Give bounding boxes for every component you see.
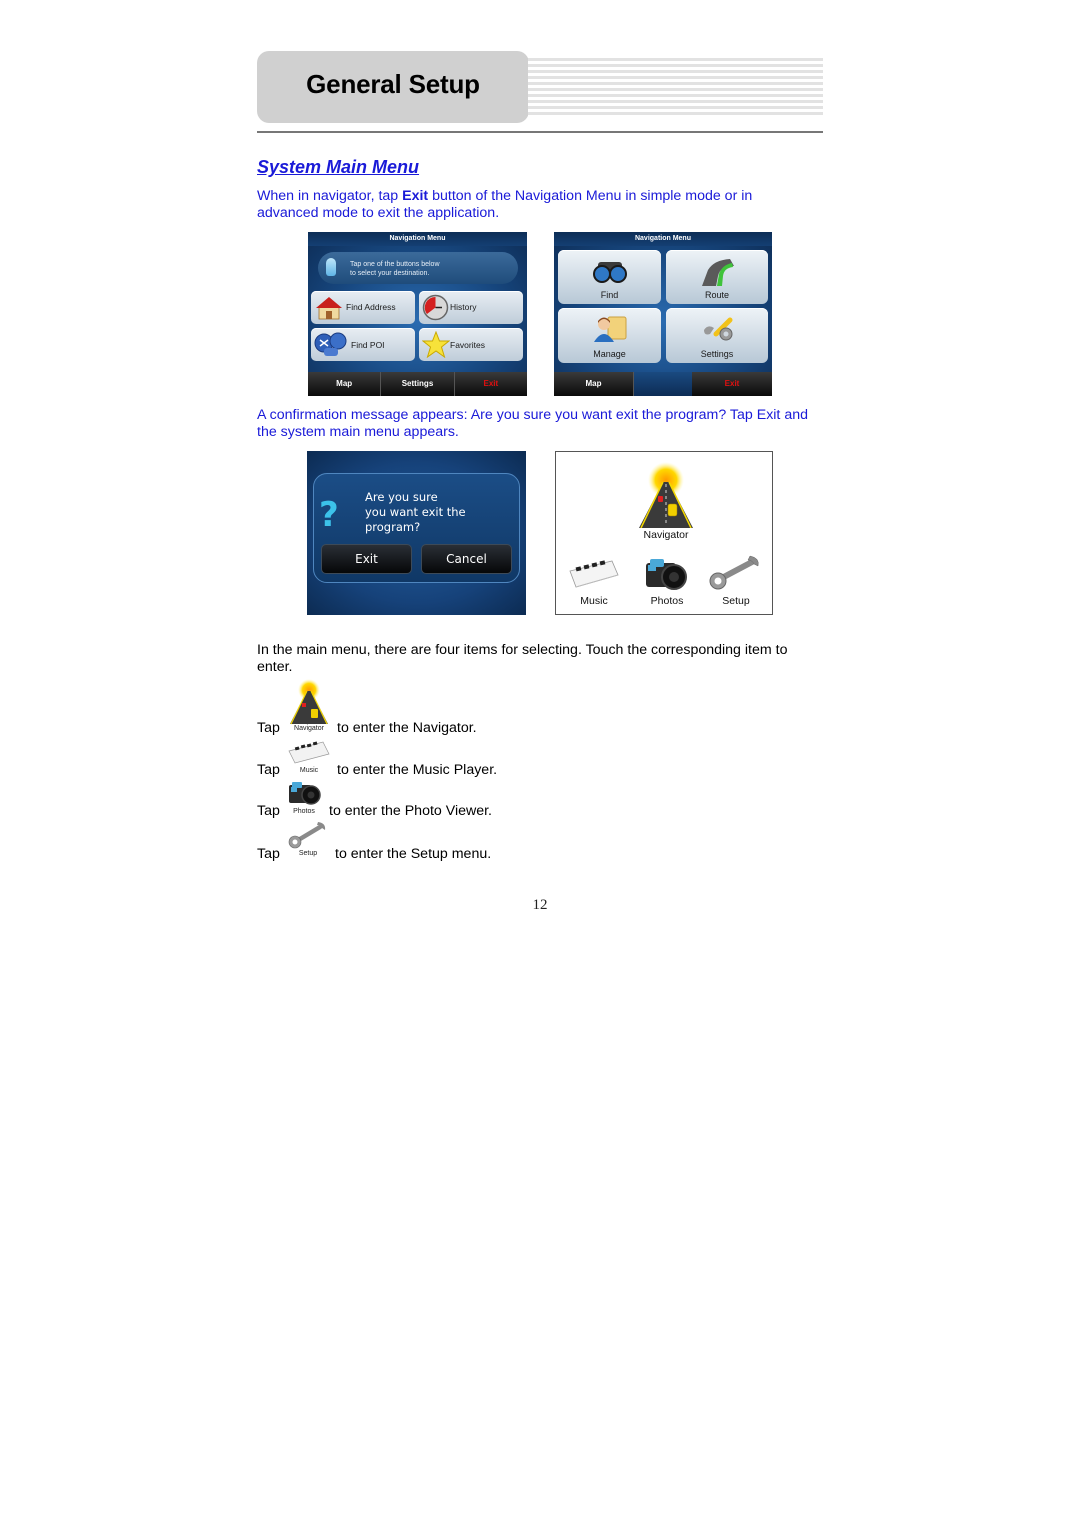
wrench-icon [709, 555, 759, 590]
route-button[interactable]: Route [666, 250, 768, 304]
nav-menu-simple-screenshot: Navigation Menu Tap one of the buttons b… [308, 232, 527, 396]
hint-line-2: to select your destination. [350, 270, 430, 277]
intro-text-3: advanced mode to exit the application. [257, 205, 500, 221]
tap-text-music: to enter the Music Player. [337, 762, 498, 778]
dialog-line-3: program? [365, 520, 421, 534]
nav-menu-title: Navigation Menu [554, 232, 772, 246]
setup-mini-icon[interactable] [288, 821, 328, 849]
navigator-label: Navigator [643, 529, 689, 541]
bottom-bar: Map Exit [554, 372, 772, 396]
tap-row-photos: Tap [257, 803, 280, 819]
music-mini-icon[interactable] [287, 739, 331, 765]
settings-tile-label: Settings [700, 349, 734, 359]
favorites-button[interactable]: Favorites [419, 328, 523, 361]
settings-button[interactable]: Settings [381, 372, 455, 396]
settings-tile-button[interactable]: Settings [666, 308, 768, 363]
navigator-road-icon [639, 462, 693, 528]
find-label: Find [600, 290, 619, 300]
lightbulb-icon [326, 258, 336, 276]
navigator-mini-icon[interactable] [288, 679, 330, 725]
history-label: History [450, 302, 477, 312]
manage-button[interactable]: Manage [558, 308, 661, 363]
favorites-label: Favorites [450, 340, 485, 350]
map-button[interactable]: Map [308, 372, 382, 396]
dialog-exit-button[interactable]: Exit [321, 544, 412, 574]
intro-text-2: button of the Navigation Menu in simple … [428, 188, 753, 204]
tap-text-photos: to enter the Photo Viewer. [329, 803, 493, 819]
clock-icon [422, 294, 449, 321]
tap-row-navigator: Tap [257, 720, 280, 736]
photos-mini-label: Photos [293, 808, 315, 815]
menu-paragraph: In the main menu, there are four items f… [257, 642, 827, 676]
photos-mini-icon[interactable] [288, 779, 322, 807]
page-number: 12 [532, 897, 548, 913]
hint-line-1: Tap one of the buttons below [350, 261, 440, 268]
menu-line-1: In the main menu, there are four items f… [257, 642, 788, 658]
hint-text: Tap one of the buttons below to select y… [350, 260, 440, 278]
poi-icon [314, 332, 347, 356]
tap-text-setup: to enter the Setup menu. [335, 846, 492, 862]
question-mark-icon: ? [319, 495, 339, 535]
map-button[interactable]: Map [554, 372, 634, 396]
dialog-cancel-button[interactable]: Cancel [421, 544, 512, 574]
tap-prefix: Tap [257, 846, 280, 862]
confirm-line-2: the system main menu appears. [257, 424, 459, 440]
intro-paragraph: When in navigator, tap Exit button of th… [257, 188, 827, 222]
bottom-bar-gap [634, 372, 692, 396]
header-tab: General Setup [257, 51, 529, 123]
dialog-message: Are you sure you want exit the program? [365, 490, 466, 535]
tap-prefix: Tap [257, 762, 280, 778]
menu-line-2: enter. [257, 659, 293, 675]
system-main-menu-screenshot: Navigator Music Photos Setup [555, 451, 773, 615]
intro-bold-exit: Exit [402, 188, 429, 204]
tap-row-setup: Tap [257, 846, 280, 862]
history-button[interactable]: History [419, 291, 523, 324]
piano-keyboard-icon [569, 560, 619, 588]
wrench-nut-icon [704, 317, 733, 341]
section-title: System Main Menu [257, 157, 420, 177]
confirm-dialog-screenshot: ? Are you sure you want exit the program… [307, 451, 526, 615]
page-title: General Setup [306, 69, 480, 99]
music-mini-label: Music [299, 767, 319, 774]
music-label: Music [580, 595, 608, 607]
find-address-label: Find Address [346, 302, 396, 312]
dialog-line-2: you want exit the [365, 505, 466, 519]
find-button[interactable]: Find [558, 250, 661, 304]
nav-menu-title: Navigation Menu [308, 232, 527, 246]
confirm-paragraph: A confirmation message appears: Are you … [257, 407, 827, 441]
tap-row-music: Tap [257, 762, 280, 778]
setup-mini-label: Setup [298, 850, 318, 857]
tap-prefix: Tap [257, 720, 280, 736]
header-divider [257, 131, 823, 133]
confirm-line-1: A confirmation message appears: Are you … [257, 407, 808, 423]
navigator-mini-label: Navigator [294, 725, 324, 732]
house-icon [316, 297, 342, 320]
find-poi-label: Find POI [351, 340, 385, 350]
photos-label: Photos [650, 595, 684, 607]
route-label: Route [704, 290, 730, 300]
tap-text-navigator: to enter the Navigator. [337, 720, 477, 736]
setup-label: Setup [722, 595, 750, 607]
find-poi-button[interactable]: Find POI [311, 328, 415, 361]
nav-menu-advanced-screenshot: Navigation Menu Find Route Manage Settin… [554, 232, 772, 396]
manage-label: Manage [593, 349, 626, 359]
exit-button[interactable]: Exit [455, 372, 527, 396]
dialog-line-1: Are you sure [365, 490, 438, 504]
tap-prefix: Tap [257, 803, 280, 819]
bottom-bar: Map Settings Exit [308, 372, 527, 396]
header-stripes [528, 58, 823, 116]
road-icon [702, 259, 734, 286]
intro-text-1: When in navigator, tap [257, 188, 403, 204]
hint-bar: Tap one of the buttons below to select y… [318, 252, 518, 284]
camera-icon [646, 559, 687, 590]
find-address-button[interactable]: Find Address [311, 291, 415, 324]
exit-button[interactable]: Exit [692, 372, 772, 396]
user-folder-icon [594, 316, 627, 342]
binoculars-icon [593, 262, 627, 283]
star-icon [422, 331, 450, 358]
